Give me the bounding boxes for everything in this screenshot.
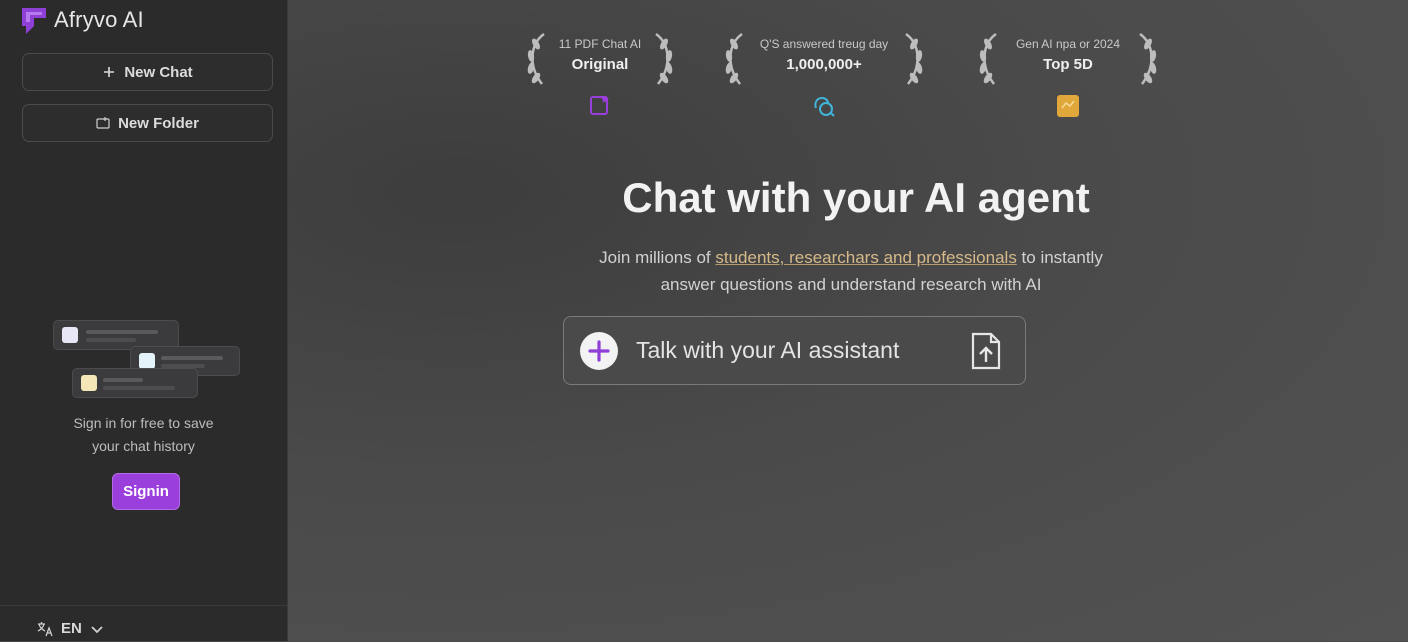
award-badge-top50: Gen AI npa or 2024 Top 5D [972,30,1164,125]
highlight-link[interactable]: students, researchars and professionals [715,248,1016,267]
badge-label: Q'S answered treug day [759,37,889,51]
page-title: Chat with your AI agent [622,174,1090,221]
folder-plus-icon [96,117,110,129]
illustration-card [72,368,198,398]
app-logo[interactable]: Afryvo AI [20,4,144,36]
new-chat-label: New Chat [124,63,193,81]
new-folder-label: New Folder [118,114,199,132]
translate-icon [37,621,53,636]
badge-value: Original [571,56,629,73]
new-folder-button[interactable]: New Folder [22,104,273,142]
page-subtitle: Join millions of students, researchars a… [599,248,1103,294]
logo-icon [22,8,46,34]
document-star-icon [590,95,609,115]
add-attachment-button[interactable] [580,332,618,370]
sparkle-icon [139,353,155,369]
sidebar: Afryvo AI New Chat New Folder Sign in fo… [0,0,288,641]
chat-bubbles-icon [814,96,835,117]
plus-icon [104,67,115,77]
badge-value: Top 5D [1043,56,1093,73]
app-name: Afryvo AI [54,7,144,32]
signin-prompt: Sign in for free to save your chat histo… [73,415,214,454]
user-avatar-icon [62,327,78,343]
award-badge-original: 11 PDF Chat AI Original [520,30,680,125]
chevron-down-icon [91,625,103,633]
badge-label: 11 PDF Chat AI [558,37,642,51]
language-selector[interactable]: EN [37,620,104,637]
signin-button[interactable]: Signin [112,473,180,510]
badge-label: Gen AI npa or 2024 [1015,37,1121,51]
main-content: 11 PDF Chat AI Original Q'S answered tre… [288,0,1408,641]
badge-value: 1,000,000+ [786,56,862,73]
upload-file-icon[interactable] [969,332,1003,370]
new-chat-button[interactable]: New Chat [22,53,273,91]
chat-input-box[interactable]: Talk with your AI assistant [563,316,1026,385]
language-bar: EN [0,605,287,642]
trophy-card-icon [1057,95,1079,117]
language-label: EN [61,620,82,637]
star-icon [81,375,97,391]
award-badge-questions: Q'S answered treug day 1,000,000+ [718,30,930,125]
chat-history-illustration [50,318,245,403]
chat-input-placeholder[interactable]: Talk with your AI assistant [636,337,899,364]
plus-icon [588,340,610,362]
